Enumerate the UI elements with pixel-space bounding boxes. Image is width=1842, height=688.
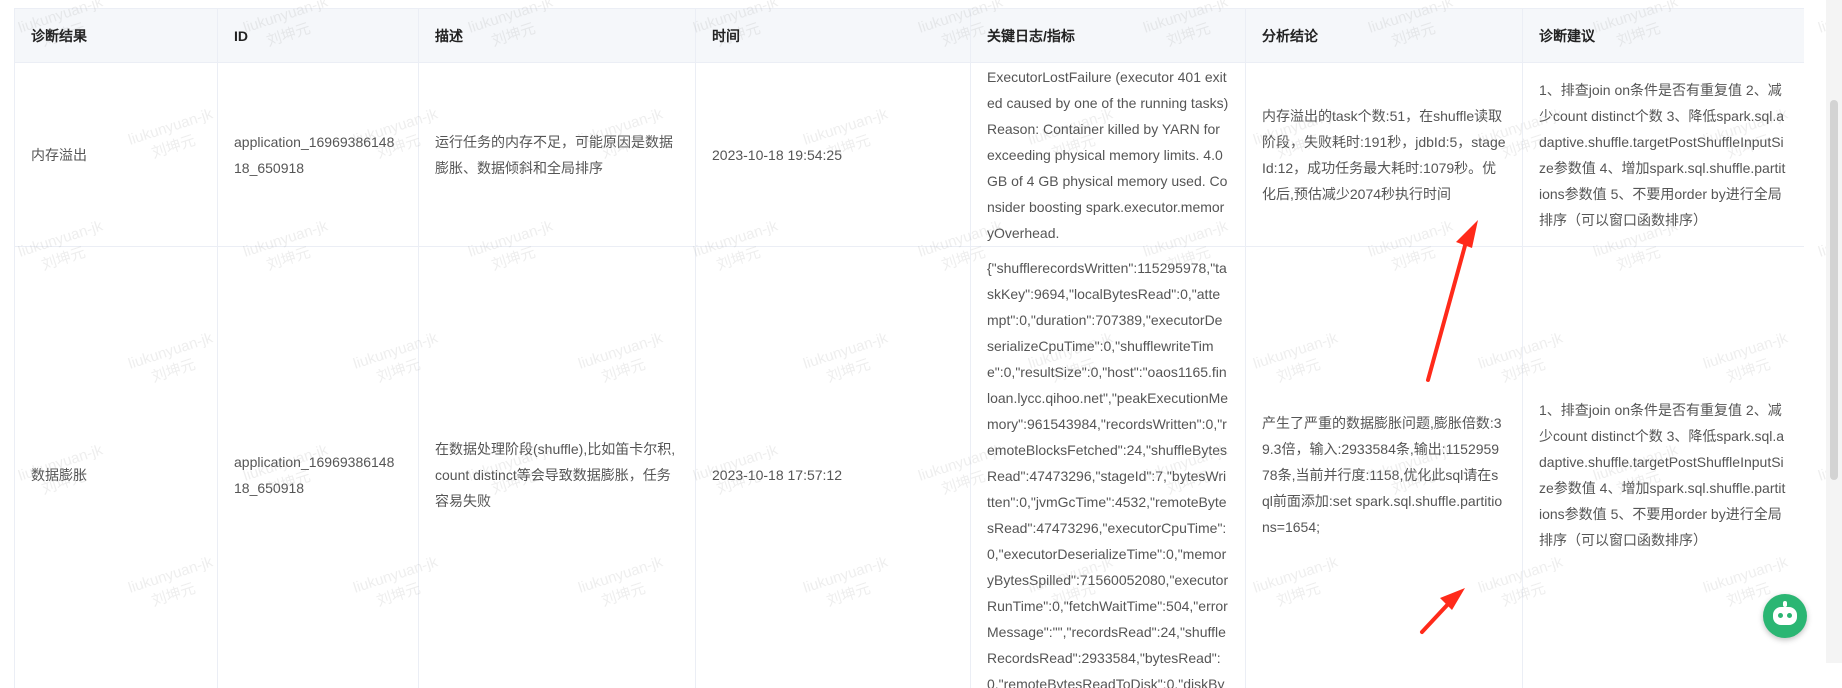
diagnosis-table-container: 诊断结果 ID 描述 时间 关键日志/指标 分析结论 诊断建议 内存溢出 app… xyxy=(14,8,1804,688)
cell-key-log: {"shufflerecordsWritten":115295978,"task… xyxy=(971,247,1246,688)
cell-result: 内存溢出 xyxy=(15,63,218,247)
scrollbar-thumb[interactable] xyxy=(1830,100,1838,480)
table-row[interactable]: 数据膨胀 application_1696938614818_650918 在数… xyxy=(15,247,1805,688)
cell-description: 在数据处理阶段(shuffle),比如笛卡尔积,count distinct等会… xyxy=(419,247,696,688)
cell-suggestion: 1、排查join on条件是否有重复值 2、减少count distinct个数… xyxy=(1523,63,1805,247)
key-log-text: {"shufflerecordsWritten":115295978,"task… xyxy=(987,255,1229,688)
header-conclusion[interactable]: 分析结论 xyxy=(1246,9,1523,63)
cell-conclusion: 内存溢出的task个数:51，在shuffle读取阶段，失败耗时:191秒，jd… xyxy=(1246,63,1523,247)
cell-result: 数据膨胀 xyxy=(15,247,218,688)
diagnosis-table: 诊断结果 ID 描述 时间 关键日志/指标 分析结论 诊断建议 内存溢出 app… xyxy=(14,8,1804,688)
robot-eye xyxy=(1778,613,1783,618)
table-header-row: 诊断结果 ID 描述 时间 关键日志/指标 分析结论 诊断建议 xyxy=(15,9,1805,63)
header-result[interactable]: 诊断结果 xyxy=(15,9,218,63)
table-row[interactable]: 内存溢出 application_1696938614818_650918 运行… xyxy=(15,63,1805,247)
header-time[interactable]: 时间 xyxy=(696,9,971,63)
robot-icon[interactable] xyxy=(1763,594,1807,638)
header-id[interactable]: ID xyxy=(218,9,419,63)
cell-id: application_1696938614818_650918 xyxy=(218,63,419,247)
cell-time: 2023-10-18 19:54:25 xyxy=(696,63,971,247)
cell-description: 运行任务的内存不足，可能原因是数据膨胀、数据倾斜和全局排序 xyxy=(419,63,696,247)
cell-suggestion: 1、排查join on条件是否有重复值 2、减少count distinct个数… xyxy=(1523,247,1805,688)
header-description[interactable]: 描述 xyxy=(419,9,696,63)
header-suggestion[interactable]: 诊断建议 xyxy=(1523,9,1805,63)
cell-id: application_1696938614818_650918 xyxy=(218,247,419,688)
robot-head xyxy=(1773,607,1797,625)
vertical-scrollbar[interactable] xyxy=(1826,0,1842,663)
header-key-log[interactable]: 关键日志/指标 xyxy=(971,9,1246,63)
cell-key-log: ExecutorLostFailure (executor 401 exited… xyxy=(971,63,1246,247)
cell-conclusion: 产生了严重的数据膨胀问题,膨胀倍数:39.3倍，输入:2933584条,输出:1… xyxy=(1246,247,1523,688)
robot-eye xyxy=(1787,613,1792,618)
cell-time: 2023-10-18 17:57:12 xyxy=(696,247,971,688)
